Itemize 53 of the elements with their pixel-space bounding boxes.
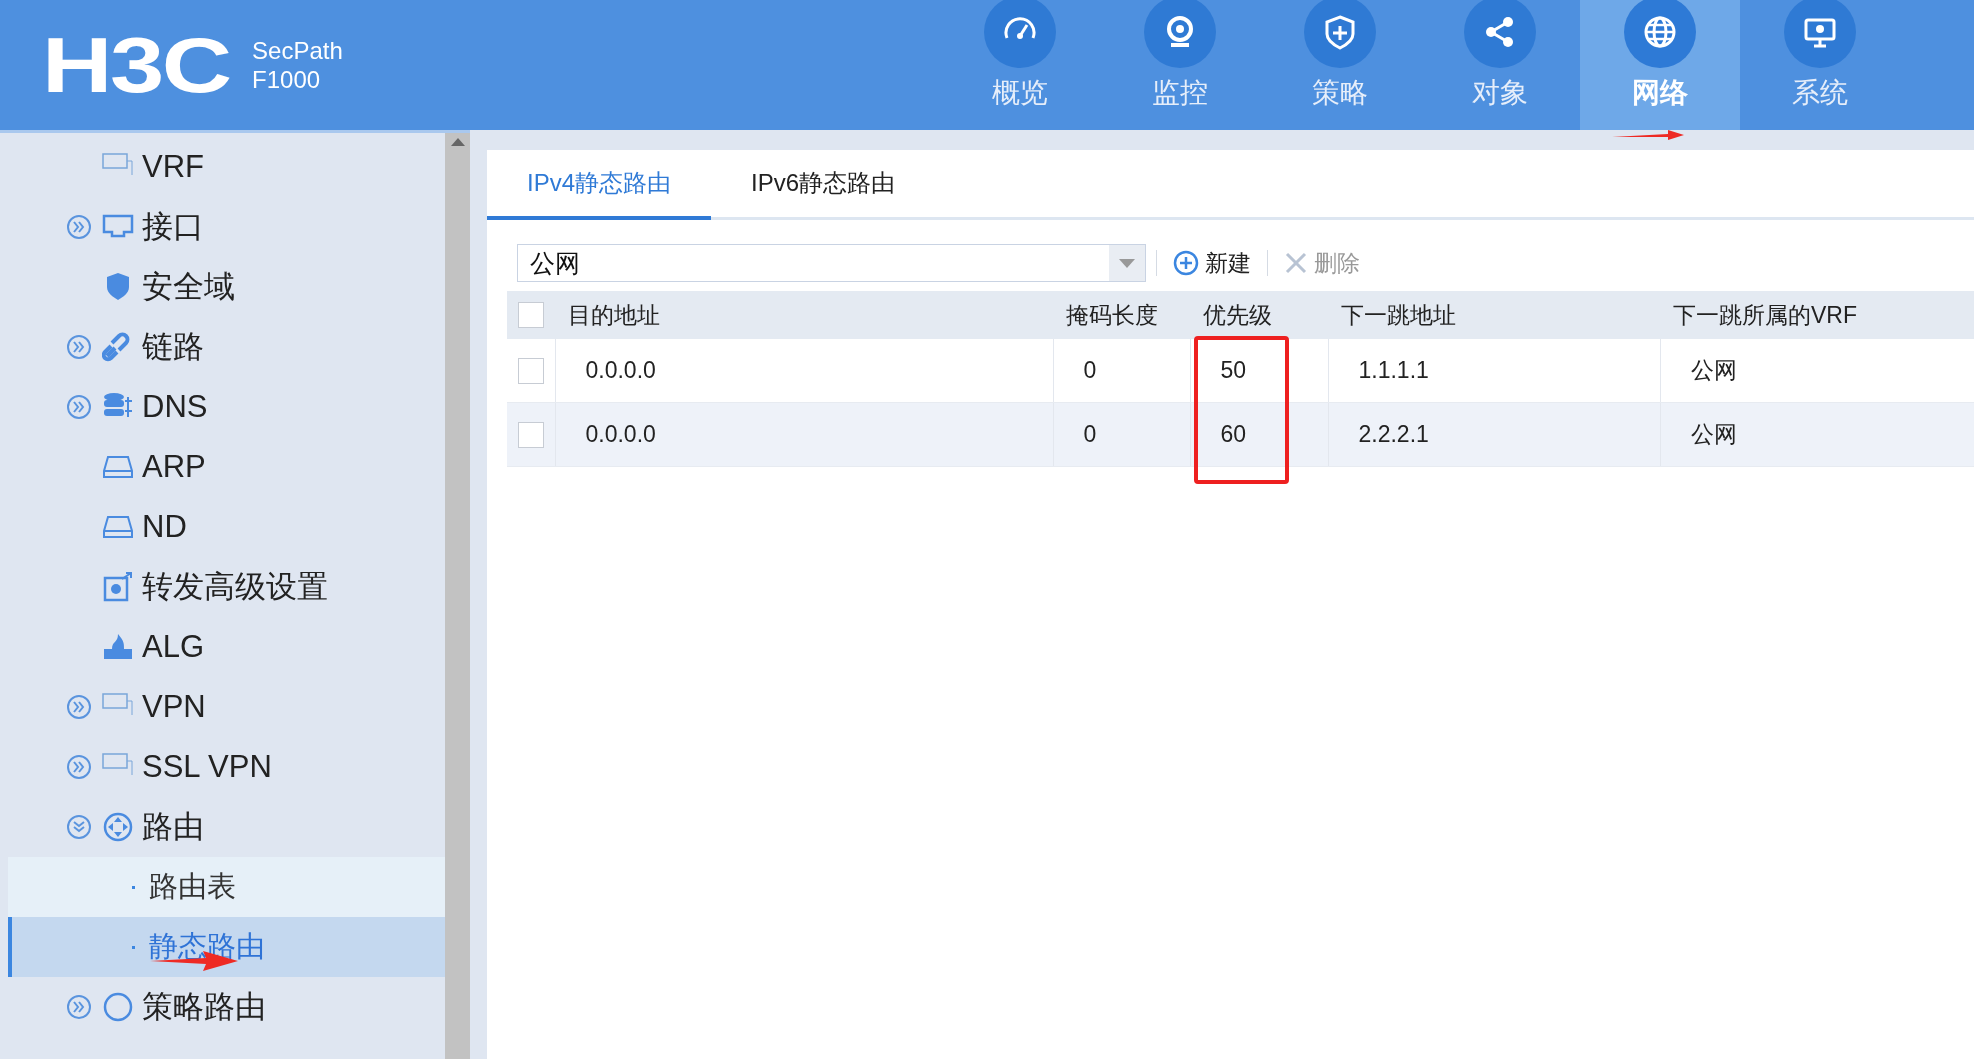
brand-logo: H3C [42,26,230,104]
table-cell: 公网 [1690,421,1737,447]
sidebar-item[interactable]: VPN [8,677,445,737]
scrollbar[interactable] [445,133,470,1059]
sidebar-item[interactable]: ARP [8,437,445,497]
tab[interactable]: IPv4静态路由 [487,150,712,220]
row-checkbox[interactable] [517,357,544,384]
tab[interactable]: IPv6静态路由 [711,150,936,220]
collapse-icon[interactable] [66,814,92,840]
sidebar-item[interactable]: 转发高级设置 [8,557,445,617]
settings-icon [102,571,134,603]
globe-icon [1642,14,1678,50]
expand-icon[interactable] [66,994,92,1020]
sidebar-item[interactable]: 链路 [8,317,445,377]
sidebar-item[interactable]: ALG [8,617,445,677]
expand-icon[interactable] [66,694,92,720]
select-all-checkbox[interactable] [518,302,544,328]
caret-icon [1119,258,1135,268]
close-icon [1284,251,1308,275]
sidebar-item[interactable]: 路由 [8,797,445,857]
sidebar-item[interactable]: VRF [8,137,445,197]
table-cell: 2.2.2.1 [1358,421,1429,447]
expand-icon[interactable] [66,334,92,360]
add-button[interactable]: 新建 [1167,243,1257,283]
plus-icon [1173,250,1199,276]
table-cell: 0.0.0.0 [585,421,656,447]
vrf-dropdown[interactable]: 公网 [517,244,1146,282]
sidebar-item[interactable]: 接口 [8,197,445,257]
sidebar-subitem[interactable]: 路由表 [8,857,445,917]
column-header: 下一跳所属的VRF [1672,301,1857,328]
table-cell: 60 [1220,421,1247,447]
table-cell: 50 [1220,357,1247,383]
scroll-up-arrow-icon[interactable] [449,137,466,147]
table-cell: 公网 [1690,357,1737,383]
column-header: 下一跳地址 [1340,301,1456,328]
sidebar-item[interactable]: ND [8,497,445,557]
expand-icon[interactable] [66,394,92,420]
column-header: 掩码长度 [1065,301,1158,328]
table-cell: 0 [1083,357,1097,383]
expand-icon[interactable] [66,214,92,240]
product-line: SecPath [252,36,343,65]
model-name: F1000 [252,65,322,94]
sidebar-item[interactable]: 安全域 [8,257,445,317]
table-cell: 0 [1083,421,1097,447]
table-cell: 0.0.0.0 [585,357,656,383]
sidebar-item[interactable]: 策略路由 [8,977,445,1037]
expand-icon[interactable] [66,754,92,780]
table-cell: 1.1.1.1 [1358,357,1429,383]
column-header: 目的地址 [567,301,660,328]
sidebar-item[interactable]: SSL VPN [8,737,445,797]
column-header: 优先级 [1202,301,1272,328]
sidebar-item[interactable]: DNS [8,377,445,437]
row-checkbox[interactable] [517,421,544,448]
